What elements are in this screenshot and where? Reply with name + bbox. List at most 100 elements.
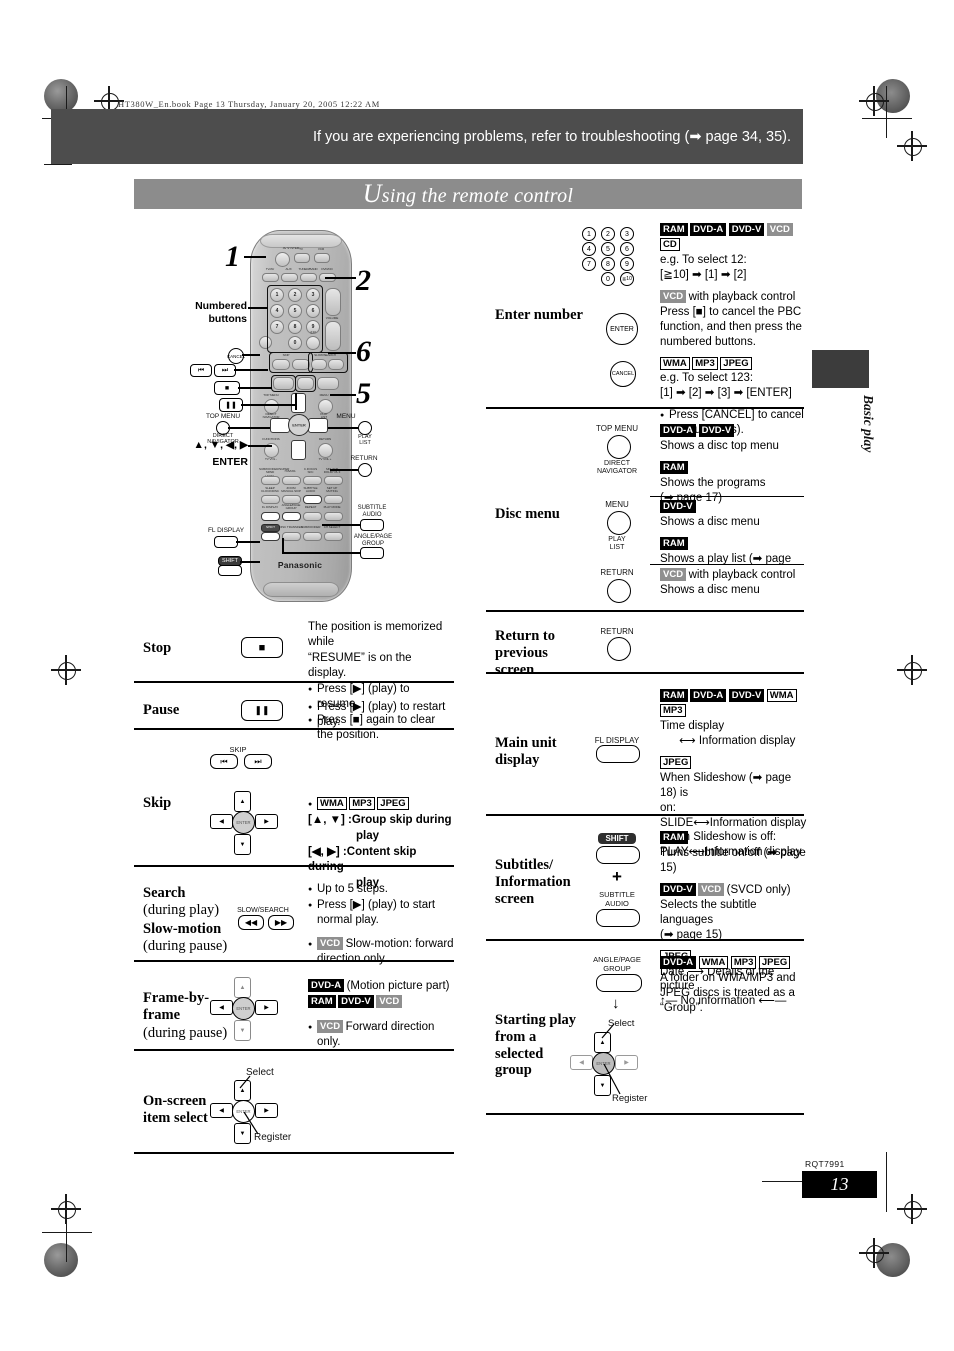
row-sub-search: (during play) xyxy=(143,902,220,918)
enter-number-ex1-line2: [≧10] ➡ [1] ➡ [2] xyxy=(660,268,747,281)
shift-key-cap[interactable]: SHIFT xyxy=(261,524,280,532)
shift-button[interactable] xyxy=(261,532,280,541)
repeat-button[interactable] xyxy=(303,512,322,521)
table-row-stop: Stop ■ The position is memorized while “… xyxy=(134,615,454,741)
main-unit-block-1: RAM DVD-A DVD-V WMA MP3 Time display ⟷ Infor… xyxy=(660,689,810,749)
angle-page-group-caption: ANGLE/PAGE GROUP xyxy=(593,955,641,973)
row-label-frame-by-frame: Frame-by- frame xyxy=(143,990,210,1023)
fl-display-button[interactable] xyxy=(261,512,280,521)
leader-stop xyxy=(238,387,272,389)
volume-rocker[interactable] xyxy=(325,321,341,351)
annotation-register: Register xyxy=(254,1132,292,1143)
ch-select-button[interactable] xyxy=(324,532,343,541)
disc-menu-b2-line1: Shows a disc menu xyxy=(660,515,760,528)
h-bass-button[interactable] xyxy=(282,476,301,485)
av-system-power-button[interactable] xyxy=(275,252,290,267)
cursor-left-button[interactable] xyxy=(270,418,290,433)
subtitles-block-2: DVD-V VCD (SVCD only) Selects the subtitle… xyxy=(660,882,810,943)
badge-vcd-note: VCD xyxy=(317,1019,344,1033)
row-label-stop: Stop xyxy=(143,640,172,656)
angle-page-group-key-icon-right xyxy=(360,547,384,559)
tv-av-label: TV/AV xyxy=(265,267,275,271)
subwoofer-label: SUBWOOFER xyxy=(301,525,321,529)
cursor-down-button[interactable] xyxy=(291,440,306,460)
play-list-key-label-right: PLAY LIST xyxy=(358,434,372,446)
badge-wma: WMA xyxy=(660,356,690,370)
badge-vcd: VCD xyxy=(698,882,725,896)
leader-fl-display xyxy=(236,541,260,543)
subwoofer-button[interactable] xyxy=(303,532,322,541)
section-title-initial: U xyxy=(362,179,382,208)
return-button[interactable] xyxy=(318,443,333,458)
keypad-7: 7 xyxy=(582,257,596,271)
badge-cd: CD xyxy=(660,237,680,251)
disc-menu-b3-inline: with playback control xyxy=(688,569,796,581)
disc-transfer-button[interactable] xyxy=(282,532,301,541)
badge-dvd-a: DVD-A xyxy=(690,223,727,236)
dvd-cd-label: DVD/CD xyxy=(321,267,333,271)
callout-numbered-buttons: Numbered buttons xyxy=(195,300,247,325)
row-label-disc-menu: Disc menu xyxy=(495,506,560,522)
enter-button[interactable]: ENTER xyxy=(288,414,310,436)
skip-line-3: [◀, ▶] :Content skip during xyxy=(308,845,417,873)
cursor-right-button[interactable] xyxy=(308,418,328,433)
ch-select-label: CH SELECT xyxy=(323,525,341,529)
section-title-bar: Using the remote control xyxy=(134,179,802,209)
callout-leader-1 xyxy=(244,256,266,258)
setup-muting-button[interactable] xyxy=(324,495,343,504)
skip-badges: WMAMP3JPEG xyxy=(308,797,454,812)
angle-page-group-button[interactable] xyxy=(282,512,301,521)
leader-menu-right xyxy=(328,427,358,429)
frame-motion-note: (Motion picture part) xyxy=(346,980,450,992)
callout-leader-numbered xyxy=(248,307,268,309)
keypad-4: 4 xyxy=(582,242,596,256)
row-label-subtitles-information-screen: Subtitles/ Information screen xyxy=(495,857,571,907)
channel-rocker[interactable] xyxy=(325,288,341,316)
return-prev-circle xyxy=(607,637,631,661)
skip-forward-key-icon: ⏭ xyxy=(214,364,236,377)
enter-number-ex2-line1: e.g. To select 123: xyxy=(660,372,754,385)
tuner-band-button[interactable] xyxy=(300,273,317,282)
enter-number-block-3: WMA MP3 JPEG e.g. To select 123: [1] ➡ [2]… xyxy=(660,356,808,402)
subtitle-audio-button[interactable] xyxy=(303,495,322,504)
dpad-right: ▶ xyxy=(255,1000,278,1015)
vcr-button[interactable] xyxy=(314,253,330,263)
remote-bottom-edge xyxy=(263,582,339,597)
subtitle-audio-button-diagram xyxy=(596,909,640,927)
fl-display-key-icon-left xyxy=(214,536,238,548)
table-row-starting-play-selected-group: Starting play from a selected group ANGL… xyxy=(486,950,804,1115)
tv-label: TV xyxy=(299,247,303,251)
tv-av-button[interactable] xyxy=(262,273,279,282)
down-arrow-symbol: ↓ xyxy=(612,995,620,1012)
frame-dpad-diagram: ▲ ◀ ENTER ▶ ▼ xyxy=(210,977,278,1041)
row-label-return-previous-screen: Return to previous screen xyxy=(495,628,556,678)
cursor-up-button[interactable] xyxy=(291,393,306,413)
menu-key-label-right: MENU xyxy=(336,413,356,420)
callout-number-6: 6 xyxy=(356,335,371,368)
group-line2: JPEG discs is treated as a xyxy=(660,986,795,999)
badge-dvd-a: DVD-A xyxy=(660,424,697,437)
pause-key-glyph: ❚❚ xyxy=(241,700,283,721)
tv-button[interactable] xyxy=(294,253,310,263)
leader-angle-right xyxy=(282,552,360,554)
sleep-clock-button[interactable] xyxy=(261,495,280,504)
volume-label: VOLUME xyxy=(325,316,339,320)
tuner-band-label: TUNER/BAND xyxy=(298,267,318,271)
badge-vcd: VCD xyxy=(660,568,687,581)
play-button[interactable] xyxy=(317,377,339,390)
aux-button[interactable] xyxy=(281,273,298,282)
keypad-diagram: 1 2 3 4 5 6 7 8 9 0 ≧10 xyxy=(582,227,644,286)
enter-number-ex1-line1: e.g. To select 12: xyxy=(660,253,747,266)
badge-dvd-v: DVD-V xyxy=(338,994,374,1008)
c-focus-sfc-button[interactable] xyxy=(303,476,322,485)
return-key-label-right: RETURN xyxy=(350,455,378,462)
row-label-starting-play-selected-group: Starting play from a selected group xyxy=(495,1012,576,1079)
subwoofer-level-button[interactable] xyxy=(261,476,280,485)
subtitle-audio-caption: SUBTITLE AUDIO xyxy=(599,890,635,908)
subtitles-ram-line1: Turns subtitle on/off (➡ page 15) xyxy=(660,846,806,874)
dpad-down: ▼ xyxy=(234,1020,251,1041)
play-mode-button[interactable] xyxy=(324,512,343,521)
badge-dvd-a: DVD-A xyxy=(690,689,727,702)
mix-2ch-button[interactable] xyxy=(324,476,343,485)
callout-number-2: 2 xyxy=(356,264,371,297)
